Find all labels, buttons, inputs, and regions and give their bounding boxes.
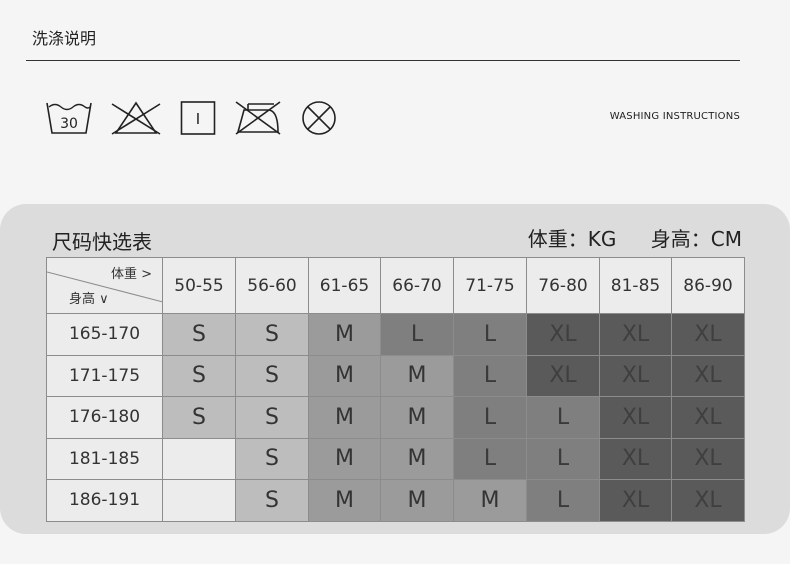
size-cell: XL — [671, 313, 745, 356]
size-cell — [162, 479, 236, 522]
height-unit: 身高：CM — [650, 227, 742, 251]
weight-column-header: 71-75 — [453, 257, 527, 314]
care-icons: 30 I — [46, 100, 338, 136]
unit-labels: 体重：KG 身高：CM — [518, 223, 742, 252]
size-cell: XL — [599, 479, 672, 522]
size-cell: M — [308, 396, 381, 439]
size-cell: XL — [671, 437, 745, 480]
height-row-header: 176-180 — [46, 396, 163, 439]
size-cell: XL — [599, 313, 672, 356]
size-cell: S — [235, 437, 309, 480]
table-row: 165-170 S S M L L XL XL XL — [46, 313, 745, 356]
size-cell: XL — [671, 479, 745, 522]
size-cell: M — [380, 354, 454, 397]
height-row-header: 171-175 — [46, 354, 163, 397]
no-bleach-icon — [111, 101, 161, 135]
table-row: 186-191 S M M M L XL XL — [46, 479, 745, 522]
size-cell: M — [380, 479, 454, 522]
size-cell: S — [235, 354, 309, 397]
weight-unit: 体重：KG — [527, 227, 617, 251]
height-row-header: 181-185 — [46, 437, 163, 480]
size-cell: S — [235, 313, 309, 356]
size-cell: M — [308, 313, 381, 356]
tumble-dry-low-icon: I — [180, 101, 216, 135]
size-chart-title: 尺码快选表 — [52, 230, 152, 254]
weight-column-header: 76-80 — [526, 257, 600, 314]
height-row-header: 165-170 — [46, 313, 163, 356]
size-cell: S — [162, 354, 236, 397]
size-cell: XL — [599, 354, 672, 397]
weight-column-header: 61-65 — [308, 257, 381, 314]
table-row: 181-185 S M M L L XL XL — [46, 437, 745, 480]
weight-column-header: 86-90 — [671, 257, 745, 314]
size-cell: L — [526, 479, 600, 522]
height-axis-label: 身高 ∨ — [69, 292, 109, 307]
size-cell: S — [235, 479, 309, 522]
size-cell: L — [453, 354, 527, 397]
header-row: 体重 > 身高 ∨ 50-55 56-60 61-65 66-70 71-75 76-80… — [46, 257, 745, 314]
no-iron-icon — [235, 101, 281, 135]
weight-column-header: 81-85 — [599, 257, 672, 314]
size-cell: M — [308, 354, 381, 397]
size-cell: XL — [671, 354, 745, 397]
wash-30-icon: 30 — [46, 102, 92, 134]
size-cell — [162, 437, 236, 480]
weight-column-header: 56-60 — [235, 257, 309, 314]
wash-title: 洗涤说明 — [32, 29, 97, 48]
table-row: 176-180 S S M M L L XL XL — [46, 396, 745, 439]
size-cell: L — [380, 313, 454, 356]
no-dry-clean-icon — [302, 101, 336, 135]
size-cell: XL — [599, 396, 672, 439]
weight-column-header: 50-55 — [162, 257, 236, 314]
height-row-header: 186-191 — [46, 479, 163, 522]
corner-cell: 体重 > 身高 ∨ — [46, 257, 163, 314]
dry-level-label: I — [196, 110, 200, 128]
size-cell: M — [453, 479, 527, 522]
wash-temp-label: 30 — [60, 116, 78, 132]
size-cell: S — [235, 396, 309, 439]
size-cell: XL — [599, 437, 672, 480]
size-cell: XL — [526, 354, 600, 397]
size-cell: M — [380, 396, 454, 439]
divider — [26, 60, 740, 61]
size-cell: S — [162, 313, 236, 356]
size-cell: M — [308, 437, 381, 480]
size-cell: L — [453, 437, 527, 480]
weight-axis-label: 体重 > — [110, 267, 152, 282]
table-row: 171-175 S S M M L XL XL XL — [46, 354, 745, 397]
size-cell: M — [380, 437, 454, 480]
size-cell: S — [162, 396, 236, 439]
size-cell: L — [526, 437, 600, 480]
weight-column-header: 66-70 — [380, 257, 454, 314]
size-cell: M — [308, 479, 381, 522]
size-cell: L — [453, 313, 527, 356]
size-cell: XL — [671, 396, 745, 439]
size-cell: L — [453, 396, 527, 439]
size-cell: L — [526, 396, 600, 439]
wash-subtitle: WASHING INSTRUCTIONS — [609, 111, 740, 122]
size-table: 体重 > 身高 ∨ 50-55 56-60 61-65 66-70 71-75 76-80… — [46, 257, 745, 522]
size-cell: XL — [526, 313, 600, 356]
